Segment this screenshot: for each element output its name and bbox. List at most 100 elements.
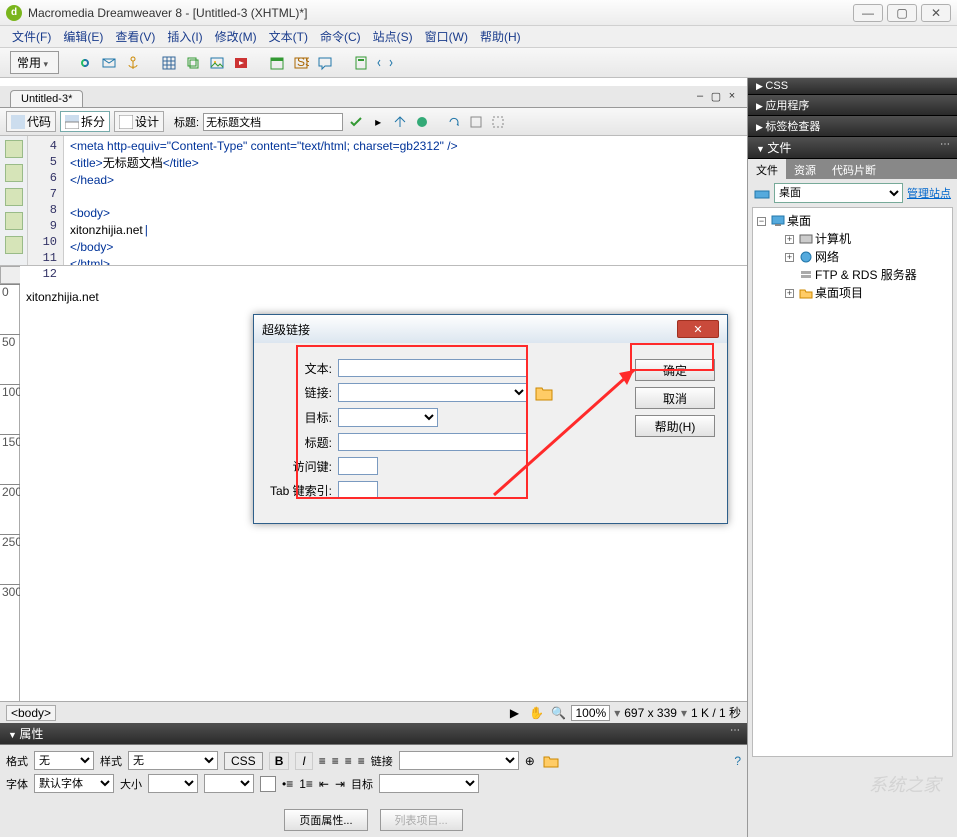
indent-icon[interactable]: ⇥ [335,777,345,791]
close-button[interactable]: ✕ [921,4,951,22]
tag-inspector-panel-header[interactable]: 标签检查器 [748,116,957,137]
email-link-icon[interactable] [99,53,119,73]
properties-panel-header[interactable]: 属性⋯ [0,723,747,744]
quick-help-icon[interactable]: ? [734,754,741,768]
outdent-icon[interactable]: ⇤ [319,777,329,791]
menu-edit[interactable]: 编辑(E) [59,26,107,47]
code-tool-5[interactable] [5,236,23,254]
properties-menu-icon[interactable]: ⋯ [730,725,739,736]
dlg-text-input[interactable] [338,359,528,377]
target-select[interactable] [379,774,479,793]
dlg-target-select[interactable] [338,408,438,427]
code-tool-3[interactable] [5,188,23,206]
assets-tab[interactable]: 资源 [786,159,824,179]
list-ul-icon[interactable]: •≡ [282,777,293,791]
server-include-icon[interactable]: SSI [291,53,311,73]
size-unit-select[interactable] [204,774,254,793]
doc-close-icon[interactable]: × [725,90,739,104]
page-properties-button[interactable]: 页面属性... [284,809,367,831]
menu-window[interactable]: 窗口(W) [421,26,472,47]
browser-icon[interactable] [413,113,431,131]
style-select[interactable]: 无 [128,751,218,770]
dlg-title-input[interactable] [338,433,528,451]
code-tool-2[interactable] [5,164,23,182]
menu-view[interactable]: 查看(V) [111,26,159,47]
file-mgmt-icon[interactable]: ▸ [369,113,387,131]
align-right-icon[interactable]: ≡ [345,754,352,768]
insert-category-dropdown[interactable]: 常用 [10,51,59,74]
tree-expand-icon[interactable]: + [785,289,794,298]
document-tab[interactable]: Untitled-3* [10,90,83,107]
zoom-tool-icon[interactable]: 🔍 [549,704,567,722]
dlg-tabindex-input[interactable] [338,481,378,499]
table-icon[interactable] [159,53,179,73]
menu-site[interactable]: 站点(S) [369,26,417,47]
point-to-file-icon[interactable]: ⊕ [525,754,535,768]
dialog-cancel-button[interactable]: 取消 [635,387,715,409]
tree-expand-icon[interactable]: + [785,235,794,244]
split-view-button[interactable]: 拆分 [60,111,110,132]
design-view-button[interactable]: 设计 [114,111,164,132]
visual-aids-icon[interactable] [489,113,507,131]
list-item-button[interactable]: 列表项目... [380,809,463,831]
menu-text[interactable]: 文本(T) [265,26,312,47]
dialog-titlebar[interactable]: 超级链接 ✕ [254,315,727,343]
size-select[interactable] [148,774,198,793]
align-justify-icon[interactable]: ≡ [358,754,365,768]
media-icon[interactable] [231,53,251,73]
manage-sites-link[interactable]: 管理站点 [907,185,951,201]
minimize-button[interactable]: — [853,4,883,22]
file-tree[interactable]: − 桌面 + 计算机 + 网络 FTP & RDS 服务器 + 桌面项目 [752,207,953,757]
text-color-swatch[interactable] [260,776,276,792]
files-panel-header[interactable]: 文件⋯ [748,137,957,159]
tree-item-desktop-items[interactable]: 桌面项目 [815,284,863,302]
files-panel-menu-icon[interactable]: ⋯ [940,139,949,150]
site-select[interactable]: 桌面 [774,183,903,203]
code-view-button[interactable]: 代码 [6,111,56,132]
dlg-link-select[interactable] [338,383,528,402]
css-button[interactable]: CSS [224,752,263,770]
browse-folder-icon[interactable] [541,752,561,770]
date-icon[interactable] [267,53,287,73]
dialog-ok-button[interactable]: 确定 [635,359,715,381]
validate-icon[interactable] [347,113,365,131]
font-select[interactable]: 默认字体 [34,774,114,793]
italic-button[interactable]: I [295,752,312,770]
preview-icon[interactable] [391,113,409,131]
align-center-icon[interactable]: ≡ [332,754,339,768]
tag-selector[interactable]: <body> [6,705,56,721]
dialog-close-button[interactable]: ✕ [677,320,719,338]
align-left-icon[interactable]: ≡ [319,754,326,768]
comment-icon[interactable] [315,53,335,73]
format-select[interactable]: 无 [34,751,94,770]
doc-title-input[interactable] [203,113,343,131]
menu-help[interactable]: 帮助(H) [476,26,525,47]
code-tool-4[interactable] [5,212,23,230]
image-icon[interactable] [207,53,227,73]
dlg-browse-icon[interactable] [534,384,554,402]
tree-item-network[interactable]: 网络 [815,248,839,266]
menu-modify[interactable]: 修改(M) [211,26,261,47]
layer-icon[interactable] [183,53,203,73]
window-size[interactable]: 697 x 339 [624,706,677,720]
templates-icon[interactable] [351,53,371,73]
select-tool-icon[interactable]: ▶ [505,704,523,722]
bold-button[interactable]: B [269,752,290,770]
code-tool-1[interactable] [5,140,23,158]
doc-restore-icon[interactable]: ▢ [709,90,723,104]
tree-item-computer[interactable]: 计算机 [815,230,851,248]
maximize-button[interactable]: ▢ [887,4,917,22]
application-panel-header[interactable]: 应用程序 [748,95,957,116]
link-select[interactable] [399,751,519,770]
view-options-icon[interactable] [467,113,485,131]
dlg-accesskey-input[interactable] [338,457,378,475]
doc-minimize-icon[interactable]: – [693,90,707,104]
code-editor[interactable]: <meta http-equiv="Content-Type" content=… [64,136,747,265]
hyperlink-icon[interactable] [75,53,95,73]
list-ol-icon[interactable]: 1≡ [299,777,313,791]
menu-file[interactable]: 文件(F) [8,26,55,47]
css-panel-header[interactable]: CSS [748,78,957,95]
anchor-icon[interactable] [123,53,143,73]
dialog-help-button[interactable]: 帮助(H) [635,415,715,437]
tree-collapse-icon[interactable]: − [757,217,766,226]
